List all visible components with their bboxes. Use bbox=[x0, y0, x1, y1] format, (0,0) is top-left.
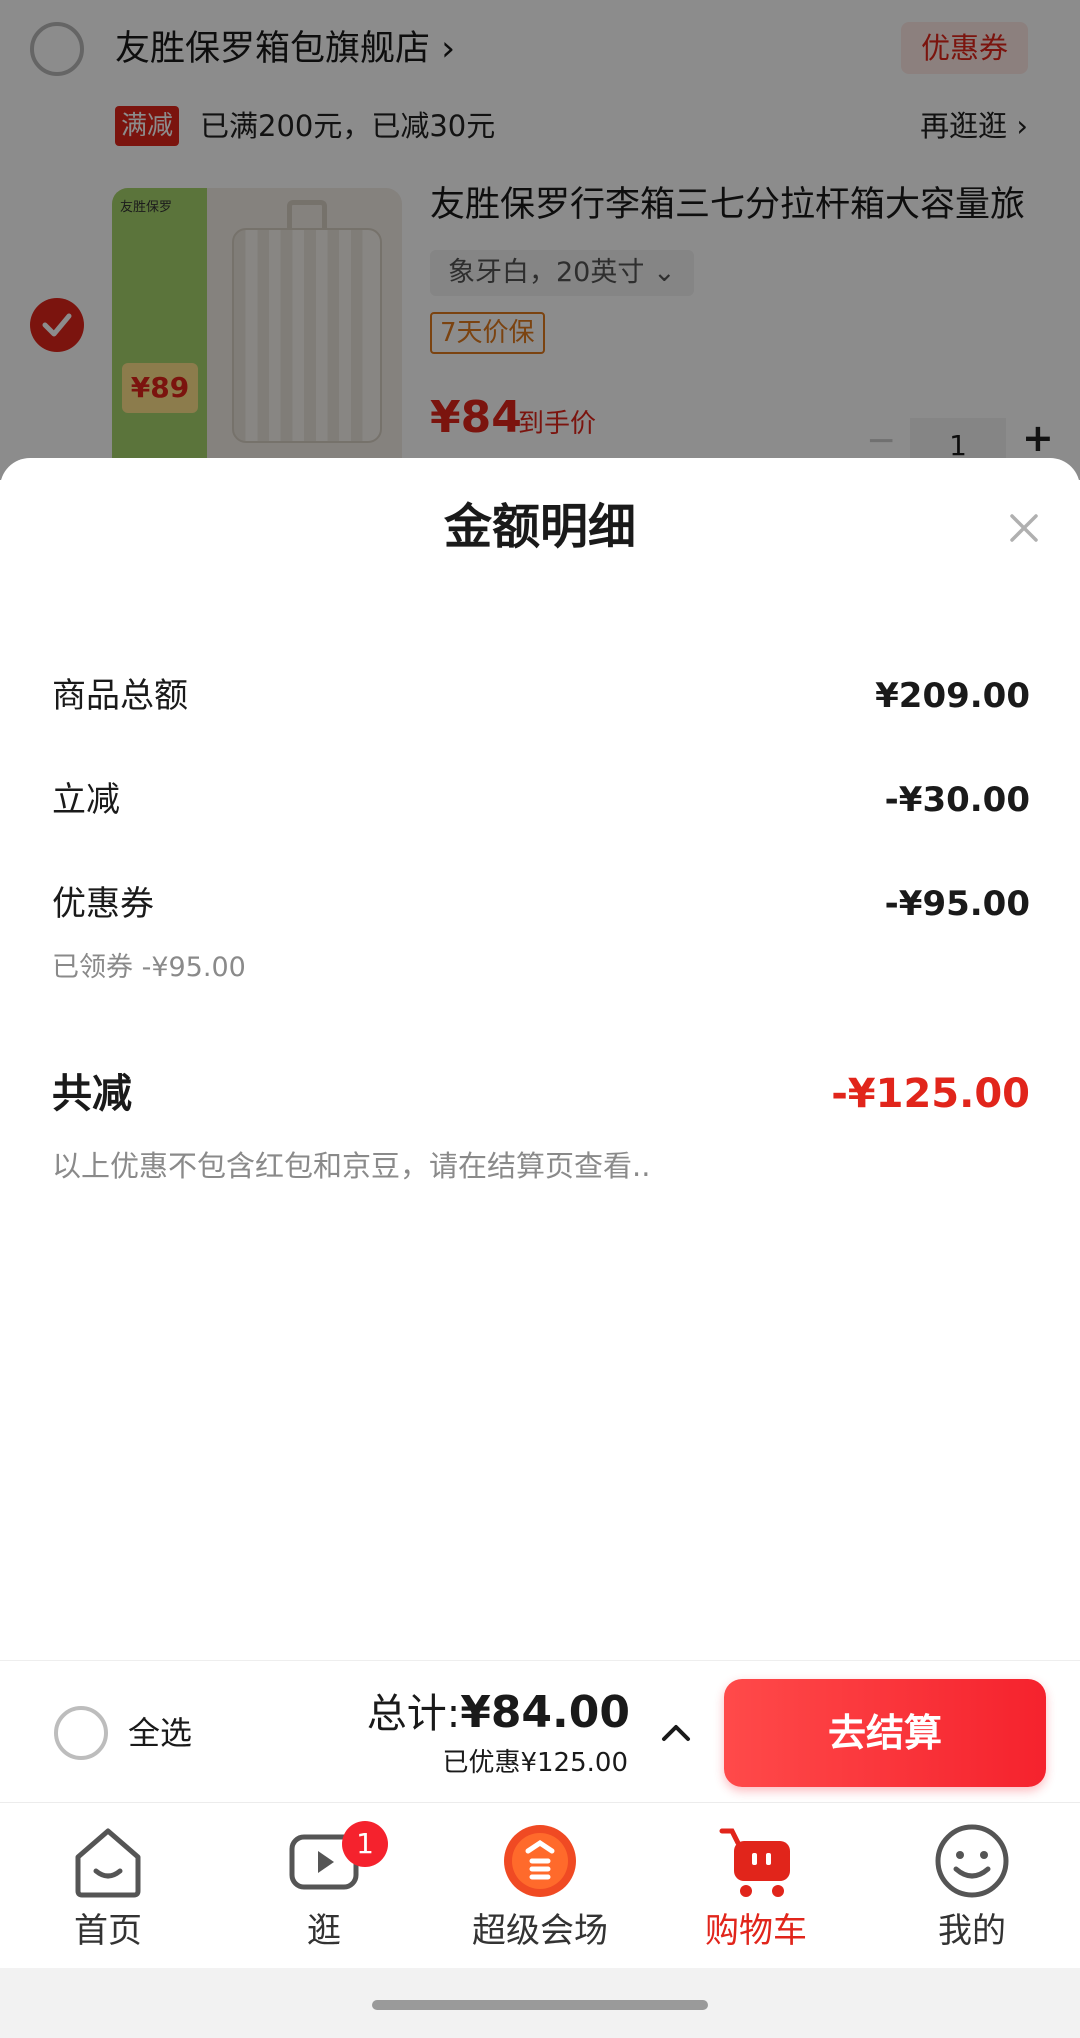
bottom-tab-bar: 首页 1 逛 超级会场 购物车 我的 bbox=[0, 1802, 1080, 1968]
cart-background: 友胜保罗箱包旗舰店 › 优惠券 满减 已满200元，已减30元 再逛逛 › 友胜… bbox=[0, 0, 1080, 480]
overlay-scrim[interactable] bbox=[0, 0, 1080, 480]
instant-discount-label: 立减 bbox=[52, 780, 120, 820]
total-prefix: 总计: bbox=[366, 1691, 461, 1737]
chevron-up-icon[interactable] bbox=[656, 1713, 696, 1753]
instant-discount-value: -¥30.00 bbox=[884, 780, 1030, 820]
tab-browse-label: 逛 bbox=[307, 1911, 341, 1951]
tab-profile-label: 我的 bbox=[938, 1911, 1006, 1951]
amount-details-sheet: 金额明细 商品总额 ¥209.00 立减 -¥30.00 优惠券 -¥95.00… bbox=[0, 458, 1080, 1660]
checkout-bar: 全选 总计:¥84.00 已优惠¥125.00 去结算 bbox=[0, 1660, 1080, 1802]
profile-icon bbox=[932, 1821, 1012, 1901]
tab-profile[interactable]: 我的 bbox=[864, 1803, 1080, 1969]
goods-total-row: 商品总额 ¥209.00 bbox=[52, 666, 1030, 726]
select-all-radio[interactable] bbox=[54, 1706, 108, 1760]
cart-icon bbox=[716, 1821, 796, 1901]
tab-cart[interactable]: 购物车 bbox=[648, 1803, 864, 1969]
discount-disclaimer: 以上优惠不包含红包和京豆，请在结算页查看.. bbox=[52, 1149, 651, 1183]
tab-super-venue-label: 超级会场 bbox=[472, 1911, 608, 1951]
goods-total-value: ¥209.00 bbox=[875, 676, 1030, 716]
notification-badge: 1 bbox=[342, 1821, 388, 1867]
total-discount-value: -¥125.00 bbox=[831, 1071, 1030, 1117]
home-indicator-area bbox=[0, 1968, 1080, 2038]
super-venue-icon bbox=[500, 1821, 580, 1901]
checkout-button[interactable]: 去结算 bbox=[724, 1679, 1046, 1787]
close-icon[interactable] bbox=[996, 500, 1052, 556]
saved-amount: 已优惠¥125.00 bbox=[442, 1748, 628, 1778]
total-discount-label: 共减 bbox=[52, 1071, 132, 1117]
instant-discount-row: 立减 -¥30.00 bbox=[52, 770, 1030, 830]
goods-total-label: 商品总额 bbox=[52, 676, 188, 716]
total-discount-row: 共减 -¥125.00 bbox=[52, 1064, 1030, 1124]
total-price: 总计:¥84.00 bbox=[367, 1685, 630, 1742]
sheet-title: 金额明细 bbox=[443, 499, 636, 555]
select-all-label[interactable]: 全选 bbox=[128, 1709, 192, 1757]
home-icon bbox=[68, 1821, 148, 1901]
coupon-label: 优惠券 bbox=[52, 884, 154, 924]
tab-home[interactable]: 首页 bbox=[0, 1803, 216, 1969]
tab-browse[interactable]: 1 逛 bbox=[216, 1803, 432, 1969]
tab-cart-label: 购物车 bbox=[705, 1911, 807, 1951]
coupon-note: 已领券 -¥95.00 bbox=[52, 952, 246, 983]
home-indicator[interactable] bbox=[372, 2000, 708, 2010]
tab-super-venue[interactable]: 超级会场 bbox=[432, 1803, 648, 1969]
coupon-row: 优惠券 -¥95.00 bbox=[52, 874, 1030, 934]
tab-home-label: 首页 bbox=[74, 1911, 142, 1951]
coupon-value: -¥95.00 bbox=[884, 884, 1030, 924]
total-amount: ¥84.00 bbox=[460, 1687, 630, 1738]
